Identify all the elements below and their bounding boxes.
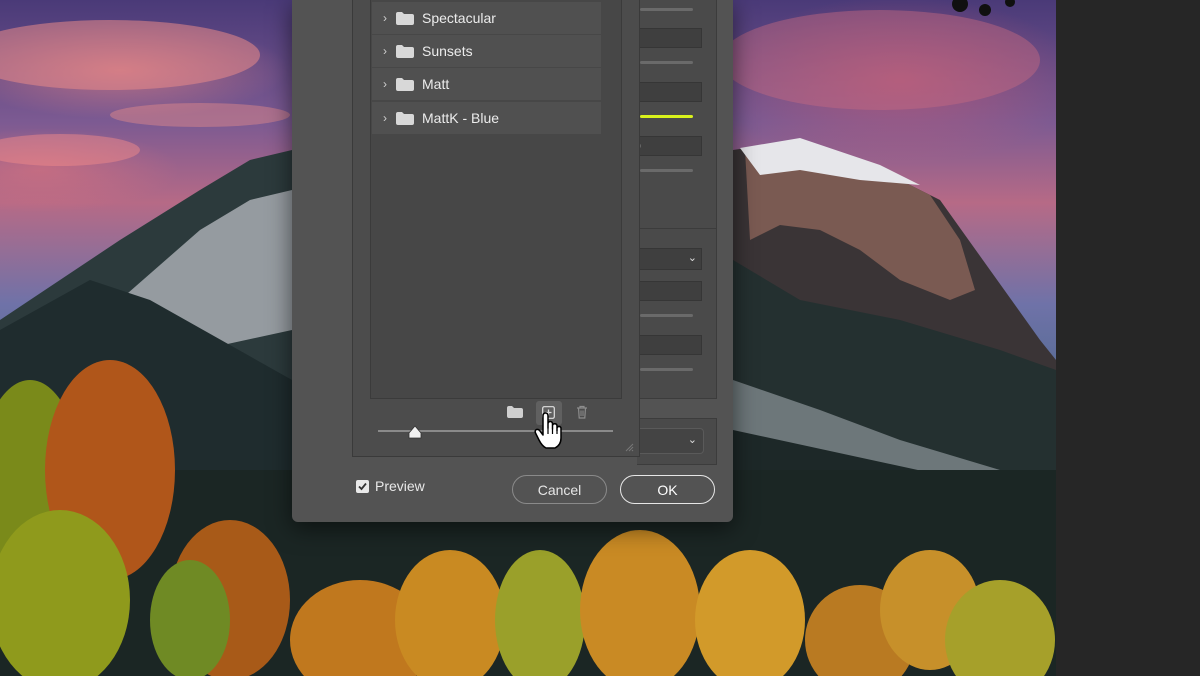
settings-slider[interactable]: [640, 368, 693, 371]
folder-icon: [396, 111, 414, 125]
checkmark-icon: [358, 482, 367, 490]
panel-divider: [637, 228, 716, 229]
canvas-margin: [1056, 0, 1200, 676]
preview-checkbox[interactable]: [356, 479, 369, 493]
resize-grip-icon[interactable]: [624, 442, 634, 452]
preview-toggle[interactable]: Preview: [356, 478, 425, 494]
chevron-right-icon[interactable]: ›: [374, 44, 396, 58]
settings-slider[interactable]: [640, 61, 693, 64]
hand-cursor-icon: [534, 412, 562, 449]
settings-select[interactable]: ⌄: [637, 428, 704, 454]
preset-folder-label: Sunsets: [422, 43, 473, 59]
settings-field[interactable]: [637, 28, 702, 48]
settings-field-value[interactable]: ): [637, 136, 702, 156]
settings-select[interactable]: ⌄: [637, 248, 702, 270]
settings-field[interactable]: [637, 82, 702, 102]
chevron-down-icon: ⌄: [687, 434, 697, 446]
chevron-right-icon[interactable]: ›: [374, 111, 396, 125]
settings-field[interactable]: [637, 335, 702, 355]
settings-slider[interactable]: [640, 169, 693, 172]
settings-slider[interactable]: [640, 314, 693, 317]
preset-folder-row[interactable]: › MattK - Blue: [372, 102, 601, 134]
chevron-right-icon[interactable]: ›: [374, 77, 396, 91]
preset-folder-label: MattK - Blue: [422, 110, 500, 126]
preset-folder-label: Spectacular: [422, 10, 496, 26]
settings-slider[interactable]: [640, 8, 693, 11]
ok-button[interactable]: OK: [620, 475, 715, 504]
cancel-button[interactable]: Cancel: [512, 475, 607, 504]
folder-icon: [396, 77, 414, 91]
chevron-down-icon: ⌄: [687, 252, 697, 264]
preset-folder-row[interactable]: › Matt: [372, 68, 601, 100]
preset-folder-row[interactable]: › Spectacular: [372, 2, 601, 34]
trash-icon[interactable]: [576, 405, 588, 419]
slider-thumb[interactable]: [408, 425, 422, 439]
folder-icon: [396, 44, 414, 58]
settings-field[interactable]: [637, 281, 702, 301]
preset-folder-row[interactable]: › Sunsets: [372, 35, 601, 67]
new-group-folder-icon[interactable]: [507, 406, 523, 418]
folder-icon: [396, 11, 414, 25]
accent-slider[interactable]: [640, 115, 693, 118]
preview-label: Preview: [375, 478, 425, 494]
preset-folder-label: Matt: [422, 76, 450, 92]
chevron-right-icon[interactable]: ›: [374, 11, 396, 25]
